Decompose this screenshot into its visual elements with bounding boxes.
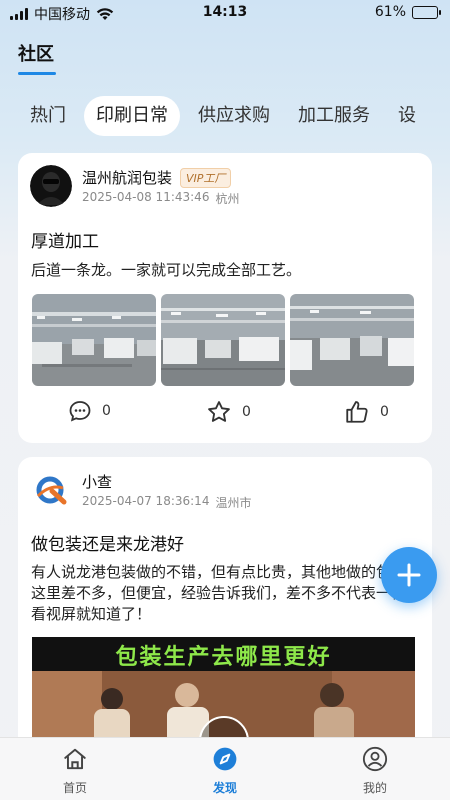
home-icon xyxy=(64,748,86,770)
video-thumbnail[interactable]: 包装生产去哪里更好 xyxy=(32,637,415,737)
nav-profile-label: 我的 xyxy=(362,781,387,795)
plus-icon xyxy=(397,563,421,587)
favorite-count: 0 xyxy=(242,404,251,420)
comment-count: 0 xyxy=(102,403,111,419)
battery-area: 61% xyxy=(374,4,441,20)
post-image[interactable] xyxy=(32,294,156,386)
post-meta: 2025-04-07 18:36:14 温州市 xyxy=(82,494,251,511)
post-title: 厚道加工 xyxy=(31,232,99,252)
post-card[interactable]: 温州航润包装 VIP工厂 2025-04-08 11:43:46 杭州 厚道加工… xyxy=(18,153,432,443)
nav-profile[interactable]: 我的 xyxy=(335,746,415,796)
page-title[interactable]: 社区 xyxy=(18,40,54,66)
status-bar: 中国移动 14:13 61% xyxy=(0,0,450,26)
nav-discover-label: 发现 xyxy=(212,781,237,795)
battery-icon xyxy=(412,5,441,19)
video-caption: 包装生产去哪里更好 xyxy=(115,645,332,670)
comment-icon xyxy=(69,401,91,422)
avatar[interactable] xyxy=(30,469,72,511)
thumbs-up-icon xyxy=(346,401,368,423)
tab-supply-purchase[interactable]: 供应求购 xyxy=(184,96,284,136)
author-name[interactable]: 温州航润包装 xyxy=(82,167,172,188)
like-count: 0 xyxy=(380,404,389,420)
tab-settings-partial[interactable]: 设 xyxy=(384,96,430,136)
avatar[interactable] xyxy=(30,165,72,207)
vip-badge: VIP工厂 xyxy=(180,167,232,188)
post-actions: 0 0 0 xyxy=(18,399,432,427)
nav-home-label: 首页 xyxy=(62,781,87,795)
author-row: 温州航润包装 VIP工厂 xyxy=(82,167,232,188)
category-tabs: 热门 印刷日常 供应求购 加工服务 设 xyxy=(0,94,450,138)
post-image[interactable] xyxy=(161,294,285,386)
author-name[interactable]: 小查 xyxy=(82,471,112,492)
post-datetime: 2025-04-08 11:43:46 xyxy=(82,190,210,204)
tab-printing-daily[interactable]: 印刷日常 xyxy=(84,96,180,136)
tab-processing-service[interactable]: 加工服务 xyxy=(284,96,384,136)
nav-discover[interactable]: 发现 xyxy=(185,746,265,796)
tab-hot[interactable]: 热门 xyxy=(0,96,84,136)
bottom-nav: 首页 发现 我的 xyxy=(0,737,450,800)
post-body: 后道一条龙。一家就可以完成全部工艺。 xyxy=(31,261,302,279)
author-row: 小查 xyxy=(82,471,112,492)
post-location: 温州市 xyxy=(215,496,252,510)
post-datetime: 2025-04-07 18:36:14 xyxy=(82,494,210,508)
comment-button[interactable]: 0 xyxy=(68,399,111,423)
nav-home[interactable]: 首页 xyxy=(35,746,115,796)
compass-icon xyxy=(213,747,237,771)
title-underline xyxy=(18,72,56,75)
battery-percent: 61% xyxy=(374,4,406,20)
post-title: 做包装还是来龙港好 xyxy=(31,535,184,555)
post-card[interactable]: 小查 2025-04-07 18:36:14 温州市 做包装还是来龙港好 有人说… xyxy=(18,457,432,737)
post-location: 杭州 xyxy=(215,192,240,206)
post-image[interactable] xyxy=(290,294,414,386)
like-button[interactable]: 0 xyxy=(344,399,389,425)
star-icon xyxy=(208,401,230,422)
favorite-button[interactable]: 0 xyxy=(206,399,251,425)
create-post-button[interactable] xyxy=(381,547,437,603)
post-meta: 2025-04-08 11:43:46 杭州 xyxy=(82,190,239,207)
post-images xyxy=(32,294,414,386)
user-icon xyxy=(362,746,388,772)
post-body: 有人说龙港包装做的不错，但有点比贵，其他地做的包装和这里差不多，但便宜，经验告诉… xyxy=(31,563,422,623)
